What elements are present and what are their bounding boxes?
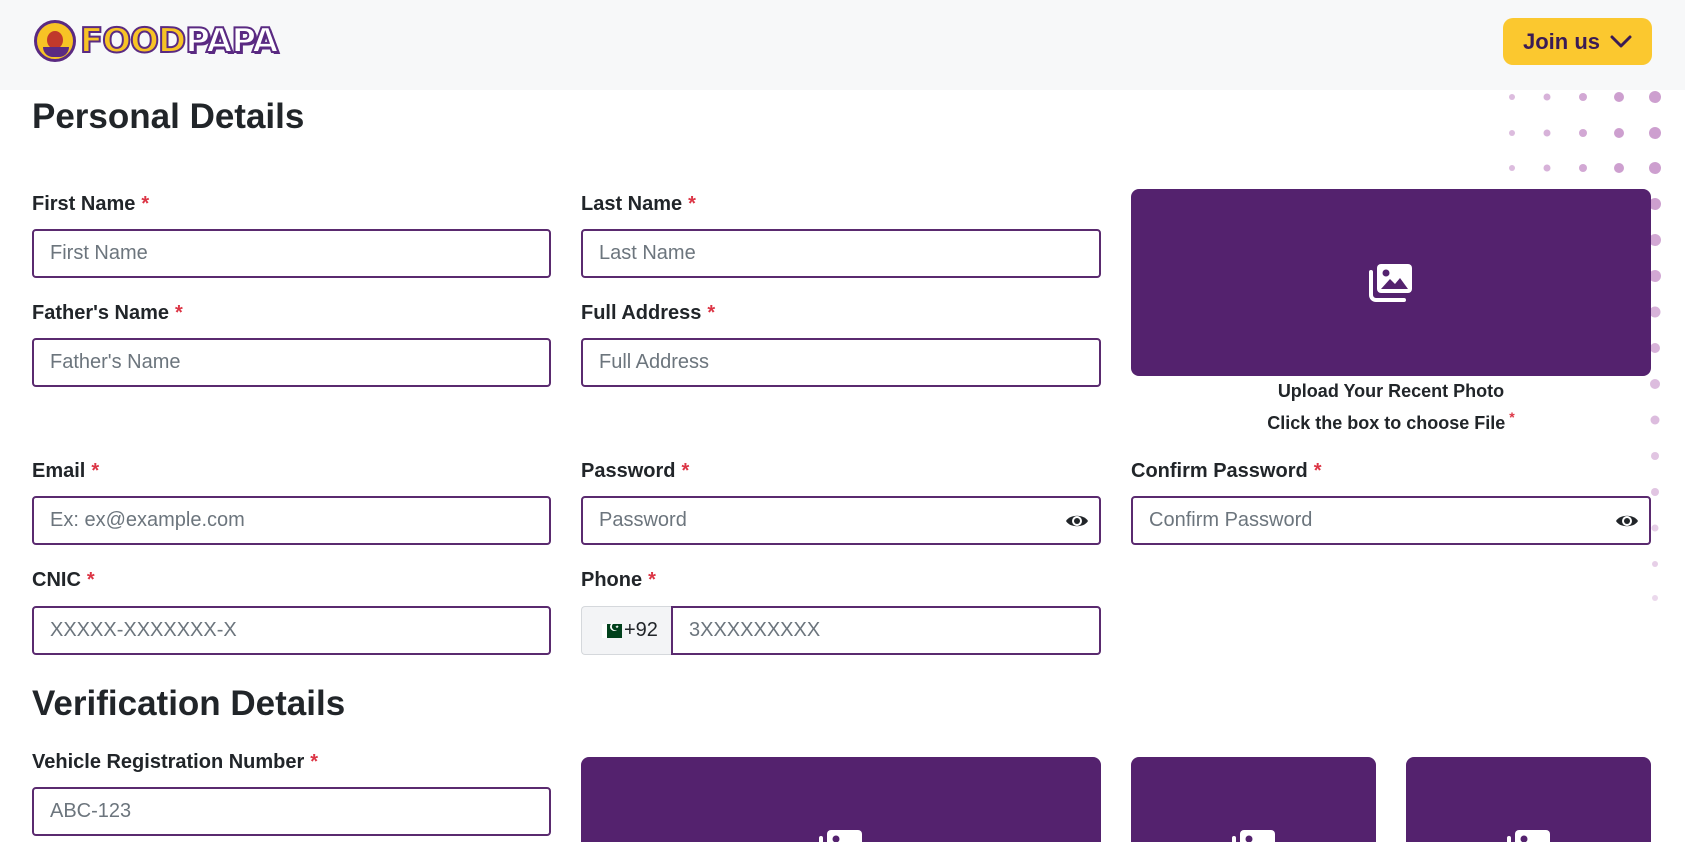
images-icon: [1231, 830, 1275, 842]
phone-country-code-text: +92: [624, 619, 658, 641]
join-us-dropdown-button[interactable]: Join us: [1503, 18, 1652, 65]
pakistan-flag-icon: [602, 620, 622, 638]
vehicle-document-upload-box[interactable]: [581, 757, 1101, 842]
cnic-label: CNIC *: [32, 569, 95, 591]
confirm-password-label: Confirm Password *: [1131, 460, 1322, 482]
first-name-label: First Name *: [32, 193, 150, 215]
eye-icon[interactable]: [1615, 512, 1639, 530]
email-input[interactable]: [32, 496, 551, 545]
images-icon: [1506, 830, 1550, 842]
foodpapa-logo[interactable]: FOODPAPA: [34, 18, 280, 64]
verification-details-title: Verification Details: [32, 684, 346, 723]
vehicle-registration-input[interactable]: [32, 787, 551, 836]
email-label: Email *: [32, 460, 100, 482]
fathers-name-input[interactable]: [32, 338, 551, 387]
password-label: Password *: [581, 460, 690, 482]
full-address-input[interactable]: [581, 338, 1101, 387]
vehicle-registration-label: Vehicle Registration Number *: [32, 751, 319, 773]
top-navbar: FOODPAPA Join us: [0, 0, 1685, 90]
password-input[interactable]: [581, 496, 1101, 545]
chevron-down-icon: [1610, 35, 1632, 47]
fathers-name-label: Father's Name *: [32, 302, 183, 324]
logo-wordmark: FOODPAPA: [79, 21, 280, 61]
first-name-input[interactable]: [32, 229, 551, 278]
logo-text-food: FOOD: [79, 21, 187, 61]
personal-details-title: Personal Details: [32, 97, 305, 136]
last-name-input[interactable]: [581, 229, 1101, 278]
mascot-icon: [34, 20, 76, 62]
cnic-front-upload-box[interactable]: [1131, 757, 1376, 842]
logo-text-papa: PAPA: [184, 21, 279, 61]
confirm-password-input[interactable]: [1131, 496, 1651, 545]
signup-page: FOODPAPA Join us Personal Details First …: [0, 0, 1685, 842]
phone-label: Phone *: [581, 569, 656, 591]
last-name-label: Last Name *: [581, 193, 696, 215]
join-us-label: Join us: [1522, 28, 1600, 54]
phone-country-code[interactable]: +92: [581, 606, 673, 655]
photo-upload-box[interactable]: [1131, 189, 1651, 376]
images-icon: [819, 830, 862, 842]
phone-input[interactable]: [671, 606, 1101, 655]
full-address-label: Full Address *: [581, 302, 716, 324]
photo-upload-caption-line2: Click the box to choose File *: [1267, 409, 1515, 433]
cnic-input[interactable]: [32, 606, 551, 655]
cnic-back-upload-box[interactable]: [1406, 757, 1651, 842]
images-icon: [1369, 263, 1412, 302]
photo-upload-caption-line1: Upload Your Recent Photo: [1277, 381, 1505, 401]
eye-icon[interactable]: [1065, 512, 1089, 530]
